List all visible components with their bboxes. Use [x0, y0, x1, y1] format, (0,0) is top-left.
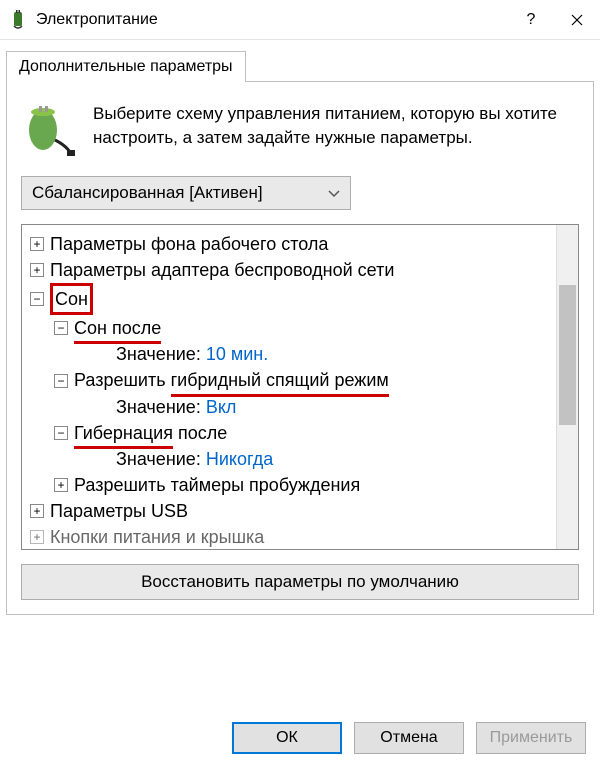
battery-icon [21, 102, 77, 158]
help-button[interactable]: ? [508, 0, 554, 40]
collapse-icon[interactable]: − [54, 374, 68, 388]
tree-item-sleep-after[interactable]: −Сон после [26, 315, 552, 341]
tree-value-hybrid[interactable]: Значение: Вкл [26, 394, 552, 420]
restore-defaults-button[interactable]: Восстановить параметры по умолчанию [21, 564, 579, 600]
tree-item-usb[interactable]: +Параметры USB [26, 498, 552, 524]
expand-icon[interactable]: + [54, 478, 68, 492]
tree-value-hibernate[interactable]: Значение: Никогда [26, 446, 552, 472]
expand-icon[interactable]: + [30, 263, 44, 277]
tree-item-hibernate[interactable]: −Гибернация после [26, 420, 552, 446]
tree-item-lid[interactable]: +Кнопки питания и крышка [26, 524, 552, 549]
intro-section: Выберите схему управления питанием, кото… [21, 102, 579, 158]
tab-body: Выберите схему управления питанием, кото… [6, 81, 594, 615]
ok-button[interactable]: ОК [232, 722, 342, 754]
tree-item-hybrid[interactable]: −Разрешить гибридный спящий режим [26, 367, 552, 393]
tree-item-wireless[interactable]: +Параметры адаптера беспроводной сети [26, 257, 552, 283]
scrollbar[interactable] [556, 225, 578, 549]
chevron-down-icon [328, 183, 340, 203]
window-title: Электропитание [36, 11, 508, 29]
tab-row: Дополнительные параметры [6, 50, 594, 81]
apply-button: Применить [476, 722, 586, 754]
expand-icon[interactable]: + [30, 504, 44, 518]
titlebar: Электропитание ? [0, 0, 600, 40]
tree-item-sleep[interactable]: −Сон [26, 283, 552, 315]
intro-text: Выберите схему управления питанием, кото… [93, 102, 579, 158]
collapse-icon[interactable]: − [30, 292, 44, 306]
power-plan-value: Сбалансированная [Активен] [32, 183, 263, 203]
cancel-button[interactable]: Отмена [354, 722, 464, 754]
expand-icon[interactable]: + [30, 530, 44, 544]
collapse-icon[interactable]: − [54, 426, 68, 440]
power-icon [8, 10, 28, 30]
close-button[interactable] [554, 0, 600, 40]
tree-value-sleep-after[interactable]: Значение: 10 мин. [26, 341, 552, 367]
tree-item-desktop-bg[interactable]: +Параметры фона рабочего стола [26, 231, 552, 257]
collapse-icon[interactable]: − [54, 321, 68, 335]
tree-item-wake-timers[interactable]: +Разрешить таймеры пробуждения [26, 472, 552, 498]
tab-advanced[interactable]: Дополнительные параметры [6, 51, 246, 82]
dialog-buttons: ОК Отмена Применить [232, 722, 586, 754]
settings-tree: +Параметры фона рабочего стола +Параметр… [21, 224, 579, 550]
power-plan-select[interactable]: Сбалансированная [Активен] [21, 176, 351, 210]
expand-icon[interactable]: + [30, 237, 44, 251]
scrollbar-thumb[interactable] [559, 285, 576, 425]
